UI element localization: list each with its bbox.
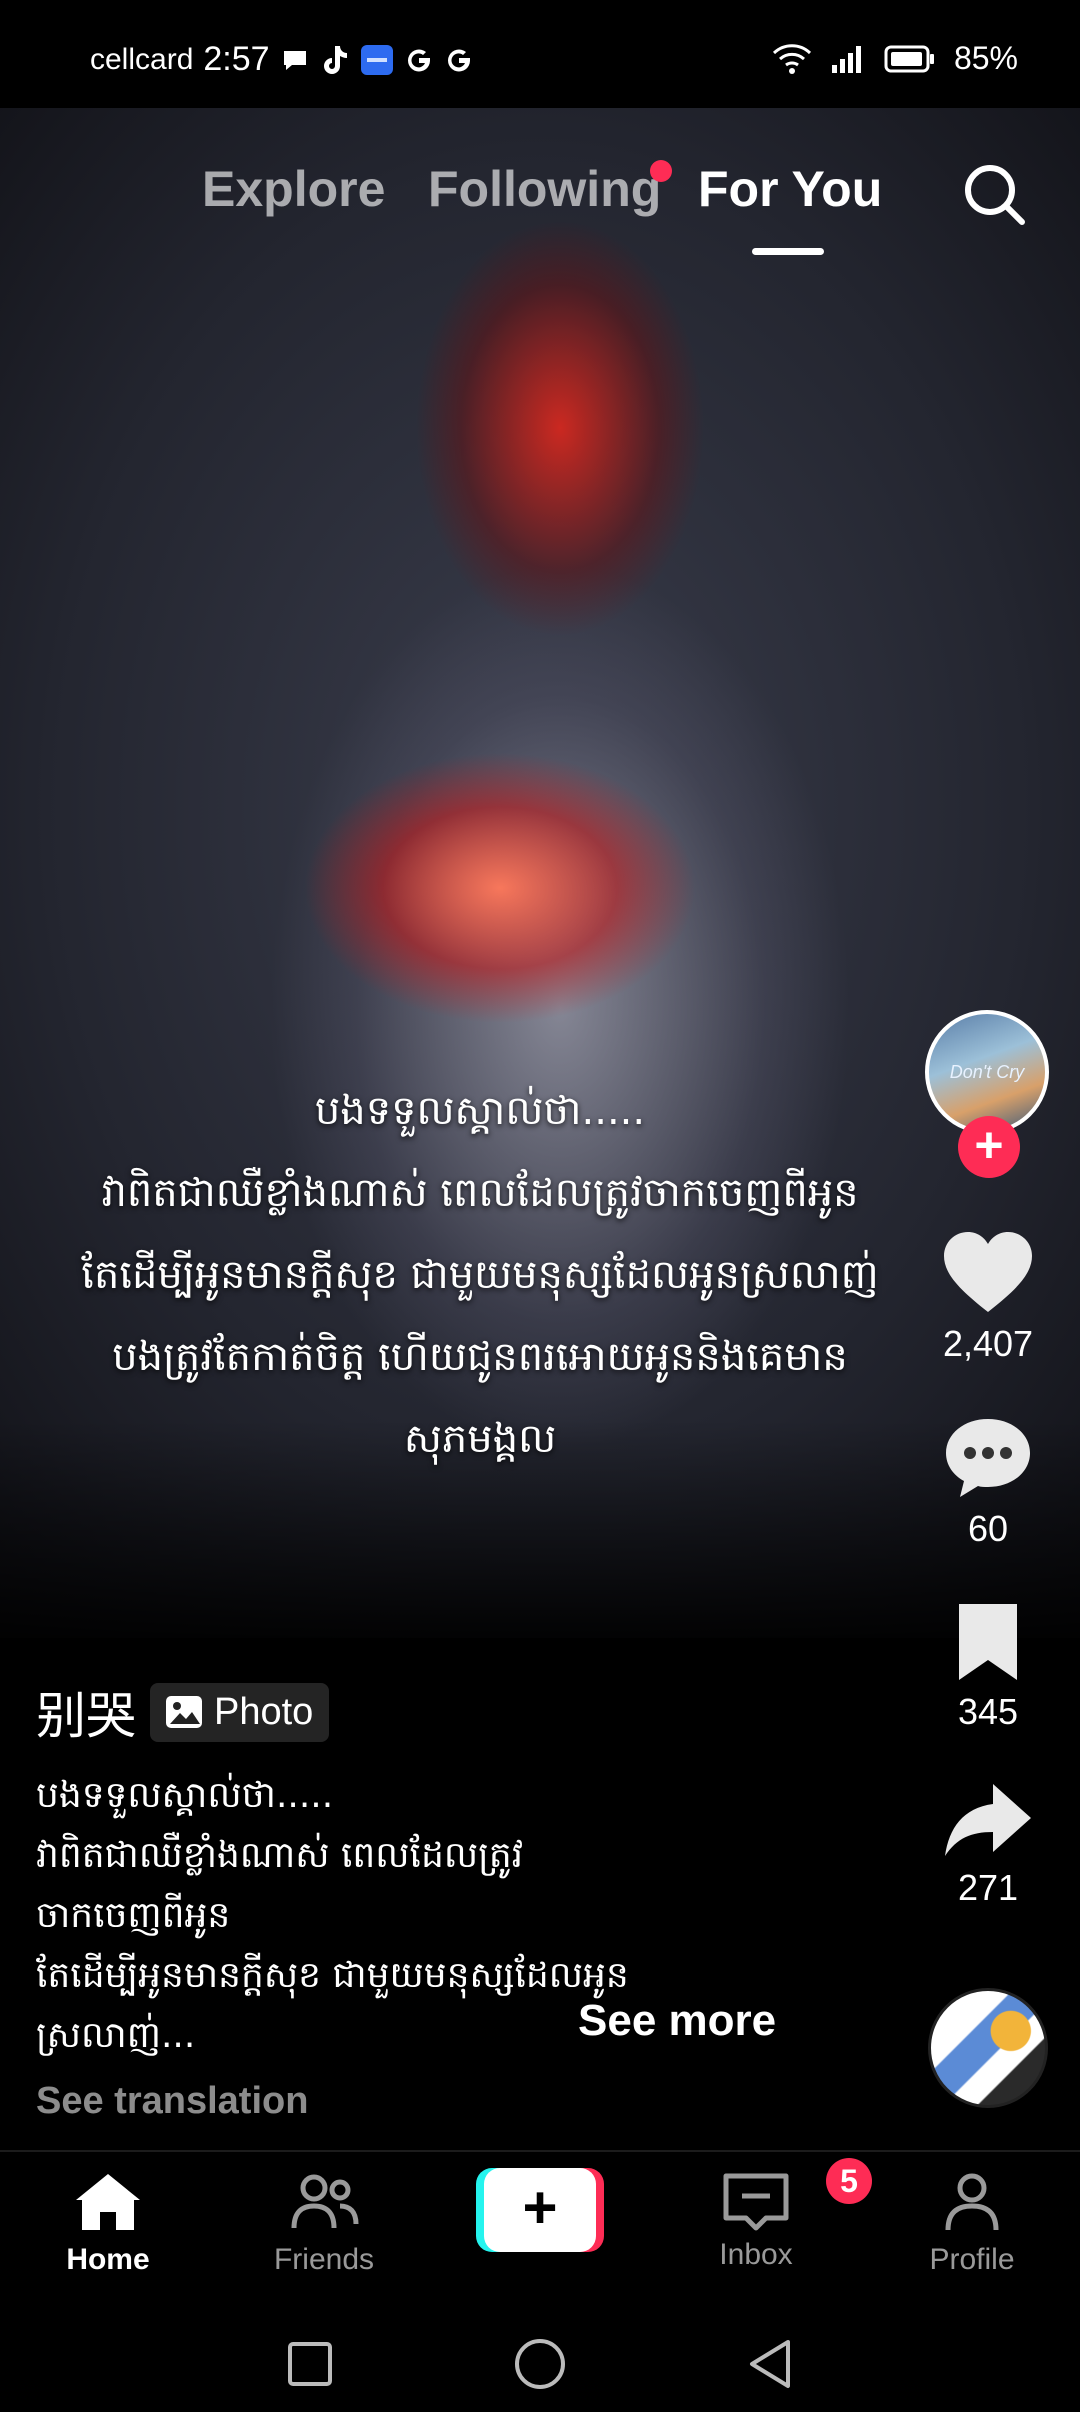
comment-icon: [946, 1419, 1030, 1497]
system-nav-bar: [0, 2312, 1080, 2412]
photo-icon: [166, 1696, 202, 1728]
nav-inbox-label: Inbox: [719, 2238, 793, 2271]
home-icon: [76, 2174, 140, 2230]
photo-badge: Photo: [150, 1682, 330, 1742]
following-notification-dot: [650, 160, 672, 182]
plus-icon: +: [484, 2168, 596, 2252]
signal-icon: [830, 43, 866, 75]
google-icon: [404, 45, 434, 75]
home-system-button[interactable]: [510, 2334, 570, 2394]
music-disc[interactable]: [928, 1988, 1048, 2108]
status-time: 2:57: [203, 40, 270, 78]
app-icon: [360, 44, 394, 76]
carrier-name: cellcard: [90, 42, 194, 76]
comment-count: 60: [967, 1508, 1009, 1549]
friends-icon: [291, 2174, 359, 2229]
circle-icon: [515, 2339, 565, 2389]
inbox-badge: 5: [826, 2158, 872, 2204]
description-line: វាពិតជាឈឺខ្លាំងណាស់ ពេលដែលត្រូវ: [36, 1835, 524, 1876]
profile-icon: [945, 2173, 999, 2231]
back-button[interactable]: [740, 2334, 800, 2394]
nav-friends-label: Friends: [273, 2243, 375, 2276]
like-count: 2,407: [942, 1323, 1034, 1364]
overlay-caption-line: បងទទួលស្គាល់ថា.....: [314, 1088, 646, 1134]
nav-profile-label: Profile: [929, 2243, 1015, 2276]
share-button[interactable]: 271: [918, 1780, 1058, 1909]
description-line: ចាកចេញពីអូន: [36, 1895, 231, 1936]
overlay-caption-line: សុភមង្គល: [403, 1416, 557, 1462]
status-right: 85%: [772, 40, 1018, 77]
create-button[interactable]: +: [476, 2168, 604, 2252]
photo-badge-label: Photo: [214, 1690, 314, 1733]
battery-icon: [884, 43, 936, 75]
save-count: 345: [957, 1691, 1019, 1732]
bookmark-icon: [959, 1604, 1017, 1680]
description-line: បងទទួលស្គាល់ថា.....: [36, 1775, 334, 1816]
active-tab-indicator: [752, 248, 824, 255]
see-more-button[interactable]: See more: [578, 1996, 776, 2046]
square-icon: [288, 2342, 332, 2386]
follow-button[interactable]: +: [958, 1116, 1020, 1178]
nav-home-label: Home: [66, 2243, 150, 2276]
battery-percent: 85%: [953, 40, 1018, 76]
see-translation-button[interactable]: See translation: [36, 2080, 308, 2123]
chat-bubble-icon: [280, 45, 310, 75]
comment-button[interactable]: 60: [918, 1415, 1058, 1550]
heart-icon: [944, 1232, 1032, 1312]
author-name[interactable]: 别哭: [36, 1676, 136, 1748]
nav-profile[interactable]: Profile: [882, 2170, 1062, 2277]
triangle-back-icon: [750, 2340, 790, 2388]
status-bar: cellcard 2:57 85%: [0, 0, 1080, 108]
tiktok-icon: [320, 44, 350, 76]
nav-home[interactable]: Home: [18, 2170, 198, 2277]
tab-following[interactable]: Following: [428, 160, 661, 218]
status-left: cellcard 2:57: [90, 40, 474, 79]
recents-button[interactable]: [280, 2334, 340, 2394]
save-button[interactable]: 345: [918, 1600, 1058, 1733]
nav-friends[interactable]: Friends: [234, 2170, 414, 2277]
search-button[interactable]: [960, 160, 1030, 230]
tab-explore[interactable]: Explore: [202, 160, 385, 218]
overlay-caption-line: វាពិតជាឈឺខ្លាំងណាស់ ពេលដែលត្រូវចាកចេញពីអ…: [101, 1170, 859, 1216]
overlay-caption: បងទទួលស្គាល់ថា..... វាពិតជាឈឺខ្លាំងណាស់ …: [20, 1070, 940, 1480]
share-arrow-icon: [945, 1784, 1031, 1856]
tab-for-you[interactable]: For You: [698, 160, 882, 218]
overlay-caption-line: បងត្រូវតែកាត់ចិត្ត ហើយជូនពរអោយអូននិងគេមា…: [112, 1334, 848, 1380]
wifi-icon: [772, 43, 812, 75]
search-icon: [965, 165, 1025, 225]
share-count: 271: [957, 1867, 1019, 1908]
overlay-caption-line: តែដើម្បីអូនមានក្តីសុខ ជាមួយមនុស្សដែលអូនស…: [81, 1252, 879, 1298]
author-row: 别哭 Photo: [36, 1676, 330, 1748]
avatar-text: Don't Cry: [949, 1062, 1025, 1082]
top-tabs: Explore Following For You: [0, 160, 1080, 260]
google-icon: [444, 45, 474, 75]
inbox-icon: [723, 2173, 789, 2231]
nav-inbox[interactable]: 5 Inbox: [666, 2158, 872, 2272]
like-button[interactable]: 2,407: [918, 1230, 1058, 1365]
